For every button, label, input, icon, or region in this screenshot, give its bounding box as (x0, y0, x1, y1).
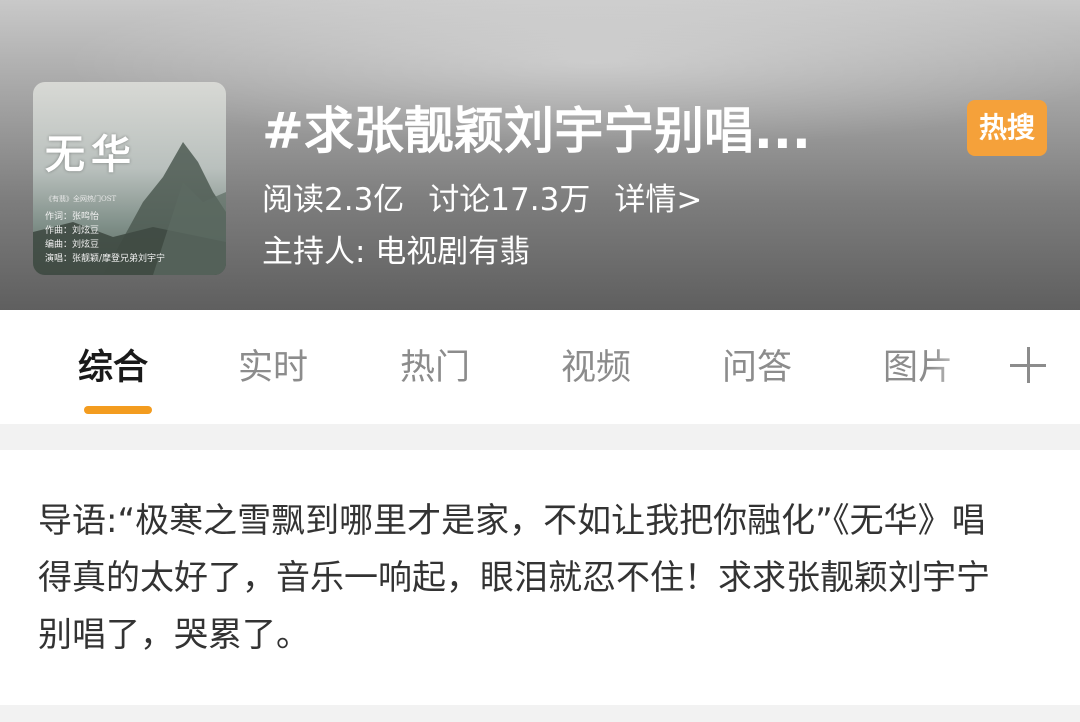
section-divider-bottom (0, 705, 1080, 722)
hot-search-badge[interactable]: 热搜 (967, 100, 1047, 156)
topic-cover-image[interactable]: 无华 《有翡》全网热门OST 作词：张鸣怡 作曲：刘炫豆 编曲：刘炫豆 演唱：张… (33, 82, 226, 275)
tab-video[interactable]: 视频 (561, 343, 631, 393)
cover-credits: 《有翡》全网热门OST 作词：张鸣怡 作曲：刘炫豆 编曲：刘炫豆 演唱：张靓颖/… (45, 192, 220, 266)
details-link[interactable]: 详情> (614, 174, 702, 219)
guide-text: 导语:“极寒之雪飘到哪里才是家，不如让我把你融化”《无华》唱得真的太好了，音乐一… (38, 501, 990, 655)
cover-credit-line: 作曲：刘炫豆 (45, 226, 100, 236)
tab-hot[interactable]: 热门 (400, 343, 470, 393)
cover-credit-line: 作词：张鸣怡 (45, 212, 100, 222)
section-divider (0, 424, 1080, 450)
discussion-count: 讨论17.3万 (428, 181, 591, 218)
tab-qa[interactable]: 问答 (722, 343, 792, 393)
cover-title: 无华 (45, 131, 137, 178)
plus-icon[interactable] (1006, 343, 1050, 387)
read-count: 阅读2.3亿 (262, 181, 405, 218)
active-tab-indicator (84, 406, 152, 414)
tab-realtime[interactable]: 实时 (238, 343, 308, 393)
topic-title: #求张靓颖刘宇宁别唱... (262, 102, 811, 160)
cover-credit-line: 编曲：刘炫豆 (45, 240, 100, 250)
tab-overflow-fade (930, 330, 1000, 410)
tab-comprehensive[interactable]: 综合 (78, 343, 148, 393)
topic-stats: 阅读2.3亿 讨论17.3万 详情> (262, 172, 702, 220)
cover-subtitle: 《有翡》全网热门OST (45, 195, 117, 203)
cover-credit-line: 演唱：张靓颖/摩登兄弟刘宇宁 (45, 254, 166, 264)
topic-host[interactable]: 主持人: 电视剧有翡 (262, 228, 530, 276)
